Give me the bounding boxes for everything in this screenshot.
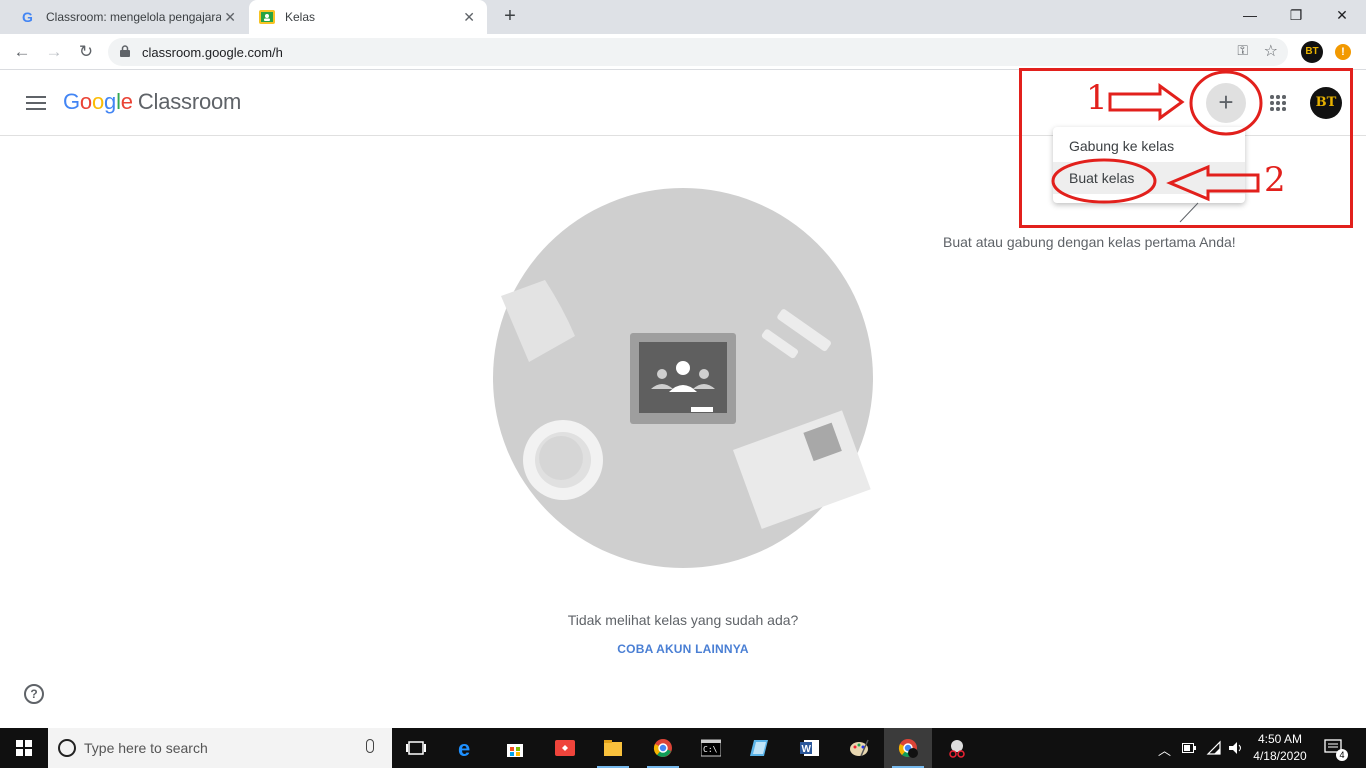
terminal-icon[interactable]: C:\ <box>687 728 735 768</box>
close-window-icon[interactable]: ✕ <box>1322 4 1362 28</box>
windows-start-icon[interactable] <box>0 728 48 768</box>
url-text: classroom.google.com/h <box>142 45 283 60</box>
try-another-account-link[interactable]: COBA AKUN LAINNYA <box>0 642 1366 656</box>
help-icon[interactable]: ? <box>24 684 44 704</box>
store-icon[interactable] <box>491 728 539 768</box>
paint-icon[interactable] <box>835 728 883 768</box>
file-explorer-icon[interactable] <box>589 728 637 768</box>
new-tab-button[interactable]: + <box>499 4 521 28</box>
first-class-hint: Buat atau gabung dengan kelas pertama An… <box>943 234 1236 250</box>
system-clock[interactable]: 4:50 AM 4/18/2020 <box>1252 731 1308 765</box>
snipping-tool-icon[interactable] <box>933 728 981 768</box>
volume-icon[interactable] <box>1228 740 1244 756</box>
classroom-favicon-icon <box>259 10 275 24</box>
taskbar-search-placeholder: Type here to search <box>84 740 208 756</box>
chrome-icon[interactable] <box>639 728 687 768</box>
word-icon[interactable]: W <box>786 728 834 768</box>
notification-badge: 4 <box>1336 749 1348 761</box>
battery-icon[interactable] <box>1182 742 1196 754</box>
bookmark-star-icon[interactable]: ☆ <box>1264 41 1278 61</box>
step-number-2: 2 <box>1264 160 1286 200</box>
browser-tabstrip: G Classroom: mengelola pengajaran ✕ Kela… <box>0 0 1366 34</box>
arrow-left-icon <box>1166 164 1260 202</box>
google-favicon-icon: G <box>22 9 33 25</box>
show-hidden-icons-icon[interactable]: ︿ <box>1158 740 1171 780</box>
restore-icon[interactable]: ❐ <box>1276 4 1316 28</box>
clock-time: 4:50 AM <box>1257 732 1303 746</box>
svg-text:G: G <box>22 9 33 25</box>
main-menu-icon[interactable] <box>26 96 46 110</box>
edge-browser-icon[interactable]: e <box>443 728 491 768</box>
empty-classroom-illustration <box>493 188 873 568</box>
forward-arrow-icon[interactable]: → <box>42 40 66 64</box>
taskbar-search[interactable]: Type here to search <box>48 728 392 768</box>
lock-icon <box>120 45 130 57</box>
hint-pointer <box>1179 202 1199 223</box>
highlight-circle-add <box>1189 70 1263 136</box>
anydesk-icon[interactable] <box>541 728 589 768</box>
highlight-ellipse-create <box>1051 158 1157 204</box>
tab-title: Classroom: mengelola pengajaran <box>46 10 221 24</box>
cortana-icon <box>58 739 76 757</box>
key-icon[interactable]: ⚿ <box>1237 42 1248 59</box>
clock-date: 4/18/2020 <box>1253 749 1307 763</box>
microphone-icon[interactable] <box>366 739 374 753</box>
close-tab-icon[interactable]: ✕ <box>463 9 475 26</box>
task-view-icon[interactable] <box>392 728 440 768</box>
step-number-1: 1 <box>1086 78 1108 118</box>
close-tab-icon[interactable]: ✕ <box>224 9 236 26</box>
tab-title: Kelas <box>285 10 316 24</box>
back-arrow-icon[interactable]: ← <box>10 40 34 64</box>
windows-taskbar: Type here to search e C:\ W ︿ 4:50 AM 4/… <box>0 728 1366 768</box>
google-classroom-logo[interactable]: Google Classroom <box>63 89 241 115</box>
wifi-icon[interactable] <box>1206 740 1222 756</box>
update-alert-icon[interactable]: ! <box>1335 44 1351 60</box>
arrow-right-icon <box>1108 83 1185 121</box>
svg-text:C:\: C:\ <box>703 745 718 754</box>
reload-icon[interactable]: ↻ <box>74 40 98 64</box>
svg-text:W: W <box>802 744 812 755</box>
tab-classroom-help[interactable]: G Classroom: mengelola pengajaran ✕ <box>8 0 248 34</box>
svg-text:e: e <box>458 738 470 758</box>
no-classes-notice: Tidak melihat kelas yang sudah ada? <box>567 612 799 628</box>
minimize-icon[interactable]: — <box>1230 4 1270 28</box>
board-surface <box>639 342 727 413</box>
annotation-overlay <box>1051 70 1263 223</box>
tab-kelas[interactable]: Kelas ✕ <box>249 0 487 34</box>
notepad-icon[interactable] <box>736 728 784 768</box>
chrome-profile-icon[interactable] <box>884 728 932 768</box>
